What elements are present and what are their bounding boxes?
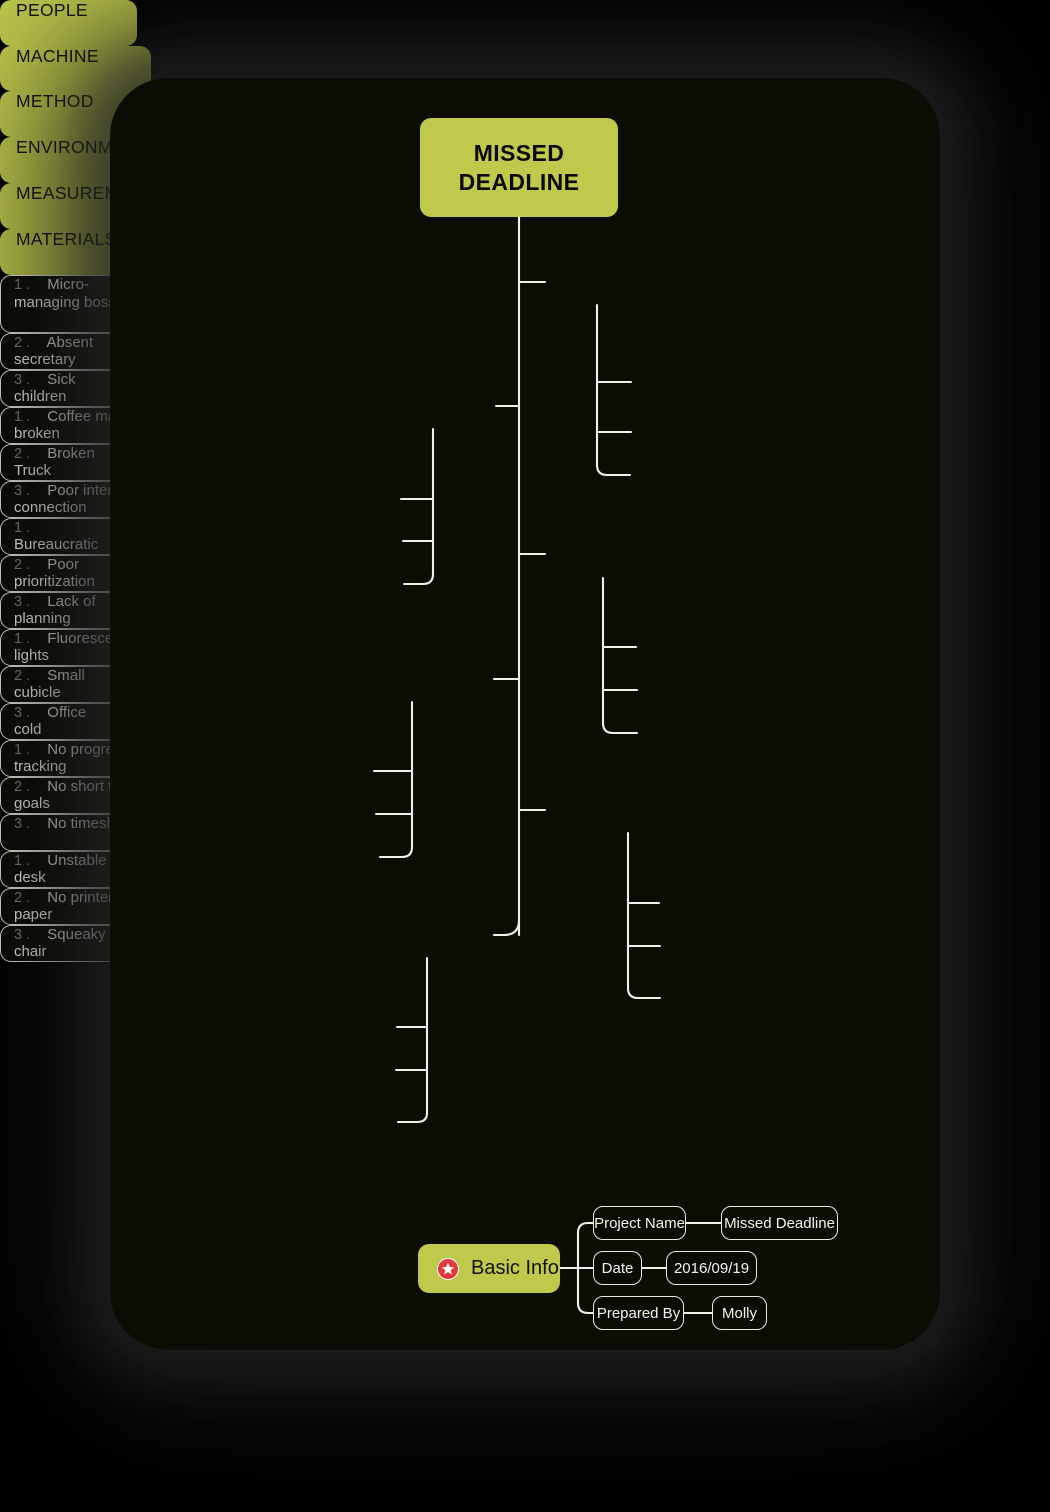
root-label-line2: DEADLINE bbox=[458, 168, 580, 195]
leaf-number: 2 . bbox=[14, 446, 31, 462]
leaf-text: Fluorescent lights bbox=[14, 630, 126, 664]
leaf-number: 1 . bbox=[14, 520, 31, 536]
category-node-machine[interactable]: MACHINE bbox=[0, 46, 151, 91]
leaf-number: 1 . bbox=[14, 631, 31, 647]
leaf-number: 1 . bbox=[14, 277, 31, 293]
info-key-prepared-by[interactable]: Prepared By bbox=[593, 1296, 684, 1330]
leaf-number: 1 . bbox=[14, 409, 31, 425]
info-key-label: Date bbox=[601, 1259, 634, 1277]
leaf-number: 3 . bbox=[14, 927, 31, 943]
leaf-text: Bureaucratic bbox=[14, 536, 99, 553]
root-label-line1: MISSED bbox=[473, 140, 565, 167]
leaf-number: 3 . bbox=[14, 816, 31, 832]
info-value-label: 2016/09/19 bbox=[673, 1259, 750, 1277]
leaf-number: 3 . bbox=[14, 705, 31, 721]
category-label: MACHINE bbox=[16, 46, 99, 66]
category-label: MATERIALS bbox=[16, 229, 117, 249]
category-node-people[interactable]: PEOPLE bbox=[0, 0, 137, 46]
basic-info-label: Basic Info bbox=[471, 1257, 559, 1279]
info-value-date[interactable]: 2016/09/19 bbox=[666, 1251, 757, 1285]
leaf-number: 2 . bbox=[14, 779, 31, 795]
leaf-number: 2 . bbox=[14, 335, 31, 351]
leaf-number: 2 . bbox=[14, 557, 31, 573]
info-key-project-name[interactable]: Project Name bbox=[593, 1206, 686, 1240]
info-value-prepared-by[interactable]: Molly bbox=[712, 1296, 767, 1330]
star-badge-icon bbox=[436, 1257, 460, 1281]
diagram-card-background bbox=[110, 78, 940, 1350]
leaf-number: 2 . bbox=[14, 668, 31, 684]
info-value-label: Missed Deadline bbox=[724, 1214, 835, 1232]
leaf-number: 3 . bbox=[14, 594, 31, 610]
leaf-number: 3 . bbox=[14, 483, 31, 499]
leaf-number: 1 . bbox=[14, 742, 31, 758]
info-value-label: Molly bbox=[722, 1304, 758, 1322]
leaf-number: 3 . bbox=[14, 372, 31, 388]
info-key-label: Project Name bbox=[594, 1214, 685, 1232]
basic-info-node[interactable]: Basic Info bbox=[418, 1244, 560, 1293]
leaf-number: 2 . bbox=[14, 890, 31, 906]
root-node[interactable]: MISSED DEADLINE bbox=[420, 118, 618, 217]
category-label: METHOD bbox=[16, 91, 94, 111]
diagram-canvas: MISSED DEADLINE PEOPLE MACHINE METHOD EN… bbox=[0, 0, 1050, 1512]
category-label: PEOPLE bbox=[16, 0, 88, 20]
info-key-date[interactable]: Date bbox=[593, 1251, 642, 1285]
leaf-number: 1 . bbox=[14, 853, 31, 869]
info-value-project-name[interactable]: Missed Deadline bbox=[721, 1206, 838, 1240]
info-key-label: Prepared By bbox=[596, 1304, 681, 1322]
